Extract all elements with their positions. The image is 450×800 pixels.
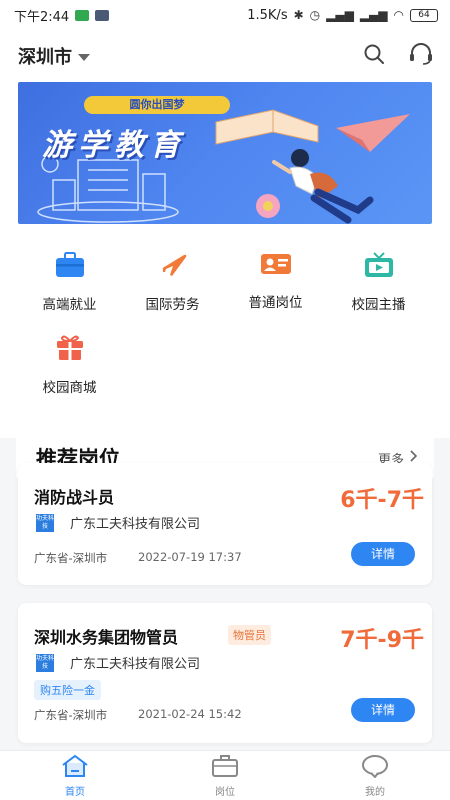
- id-card-icon: [260, 252, 292, 280]
- details-button[interactable]: 详情: [351, 542, 415, 566]
- company-name: 广东工夫科技有限公司: [70, 517, 201, 532]
- network-speed: 1.5K/s: [247, 7, 288, 23]
- job-location: 广东省-深圳市: [34, 708, 108, 722]
- menu-label: 高端就业: [42, 297, 97, 313]
- menu-label: 国际劳务: [145, 297, 200, 313]
- briefcase-icon: [55, 252, 85, 282]
- app-notification-icon: [95, 9, 110, 21]
- menu-item-intl-labor[interactable]: 国际劳务: [121, 252, 224, 313]
- headset-icon[interactable]: [408, 42, 434, 70]
- menu-item-regular-jobs[interactable]: 普通岗位: [224, 252, 327, 313]
- menu-label: 校园商城: [42, 380, 97, 396]
- tab-label: 我的: [365, 786, 385, 798]
- job-card[interactable]: 消防战斗员 6千-7千 功夫科技 广东工夫科技有限公司 广东省-深圳市 2022…: [18, 463, 432, 585]
- tab-profile[interactable]: 我的: [300, 751, 450, 800]
- menu-item-campus-mall[interactable]: 校园商城: [18, 333, 121, 396]
- city-label: 深圳市: [18, 47, 72, 68]
- chat-bubble-icon: [360, 754, 390, 781]
- job-salary: 7千-9千: [340, 628, 424, 653]
- search-icon[interactable]: [362, 42, 386, 70]
- banner-title: 游学教育: [42, 128, 186, 163]
- company-name: 广东工夫科技有限公司: [70, 657, 201, 672]
- menu-item-high-end-jobs[interactable]: 高端就业: [18, 252, 121, 313]
- company-logo: 功夫科技: [36, 653, 55, 672]
- job-title: 深圳水务集团物管员: [34, 628, 179, 647]
- tv-icon: [364, 252, 394, 282]
- tab-jobs[interactable]: 岗位: [150, 751, 300, 800]
- wechat-notification-icon: [75, 9, 90, 21]
- top-header: 深圳市: [0, 30, 450, 82]
- role-tag: 物管员: [228, 625, 271, 645]
- job-posted-time: 2022-07-19 17:37: [138, 550, 242, 564]
- home-icon: [60, 754, 90, 781]
- promo-banner[interactable]: 圆你出国梦 游学教育: [18, 82, 432, 224]
- briefcase-icon: [210, 754, 240, 781]
- wifi-icon: ◠: [393, 8, 404, 22]
- banner-tag: 圆你出国梦: [84, 96, 230, 114]
- job-posted-time: 2021-02-24 15:42: [138, 707, 242, 721]
- chevron-down-icon: [78, 54, 90, 61]
- company-logo: 功夫科技: [36, 513, 55, 532]
- tab-label: 岗位: [215, 786, 235, 798]
- status-bar: 下午2:44 1.5K/s ✱ ◷ ▂▄▆ ▂▄▆ ◠ 64: [0, 0, 450, 30]
- menu-item-campus-streamer[interactable]: 校园主播: [327, 252, 430, 313]
- battery-icon: 64: [410, 8, 438, 22]
- job-card[interactable]: 深圳水务集团物管员 物管员 7千-9千 功夫科技 广东工夫科技有限公司 购五险一…: [18, 603, 432, 743]
- menu-label: 普通岗位: [248, 295, 303, 311]
- details-button[interactable]: 详情: [351, 698, 415, 722]
- gift-icon: [55, 333, 85, 365]
- bluetooth-icon: ✱: [293, 8, 304, 22]
- signal-icon: ▂▄▆: [326, 8, 354, 22]
- airplane-icon: [158, 252, 188, 282]
- bottom-tab-bar: 首页 岗位 我的: [0, 750, 450, 800]
- city-selector[interactable]: 深圳市: [18, 43, 90, 69]
- quick-menu: 高端就业 国际劳务 普通岗位 校园主播 校园商城: [0, 224, 450, 402]
- job-location: 广东省-深圳市: [34, 551, 108, 565]
- signal-icon-2: ▂▄▆: [359, 8, 388, 22]
- tab-home[interactable]: 首页: [0, 751, 150, 800]
- alarm-icon: ◷: [309, 8, 321, 22]
- menu-label: 校园主播: [351, 297, 406, 313]
- job-title: 消防战斗员: [34, 488, 115, 507]
- job-salary: 6千-7千: [340, 488, 424, 513]
- status-time: 下午2:44: [14, 9, 70, 25]
- benefit-tag: 购五险一金: [34, 680, 101, 700]
- tab-label: 首页: [65, 786, 85, 798]
